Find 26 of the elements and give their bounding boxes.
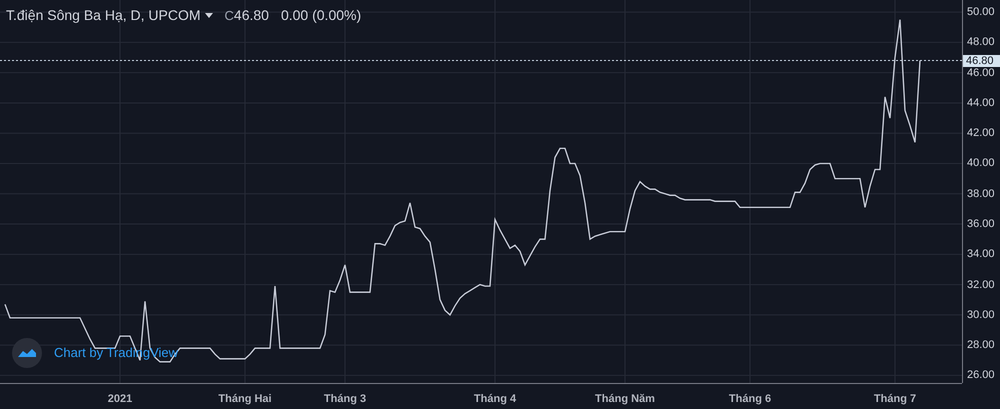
time-axis-label: Tháng 7 — [874, 392, 916, 407]
price-axis-label: 30.00 — [967, 308, 995, 321]
price-axis-label: 26.00 — [967, 369, 995, 382]
current-price-label: 46.80 — [963, 54, 1000, 67]
close-prefix: C — [224, 6, 234, 25]
time-axis-label: 2021 — [108, 392, 132, 407]
price-axis-label: 28.00 — [967, 339, 995, 352]
time-axis-label: Tháng Hai — [218, 392, 272, 407]
close-value: 46.80 — [234, 6, 269, 25]
price-axis-label: 42.00 — [967, 127, 995, 140]
time-axis-label: Tháng Năm — [595, 392, 655, 407]
change-value: 0.00 (0.00%) — [280, 6, 362, 25]
price-axis-label: 38.00 — [967, 188, 995, 200]
price-axis-label: 48.00 — [967, 36, 995, 48]
price-axis-label: 44.00 — [967, 96, 995, 109]
price-axis-label: 46.00 — [967, 66, 995, 79]
caret-icon[interactable] — [204, 13, 213, 18]
price-axis-label: 34.00 — [967, 248, 995, 260]
symbol-title[interactable]: T.điện Sông Ba Hạ, D, UPCOM — [6, 5, 201, 26]
time-axis-label: Tháng 3 — [324, 392, 366, 407]
price-axis-label: 36.00 — [967, 218, 995, 230]
price-axis-label: 50.00 — [967, 6, 995, 18]
time-axis-label: Tháng 4 — [474, 392, 516, 407]
price-axis-label: 40.00 — [967, 157, 995, 170]
time-axis-label: Tháng 6 — [728, 392, 772, 407]
price-axis-label: 32.00 — [967, 278, 995, 291]
